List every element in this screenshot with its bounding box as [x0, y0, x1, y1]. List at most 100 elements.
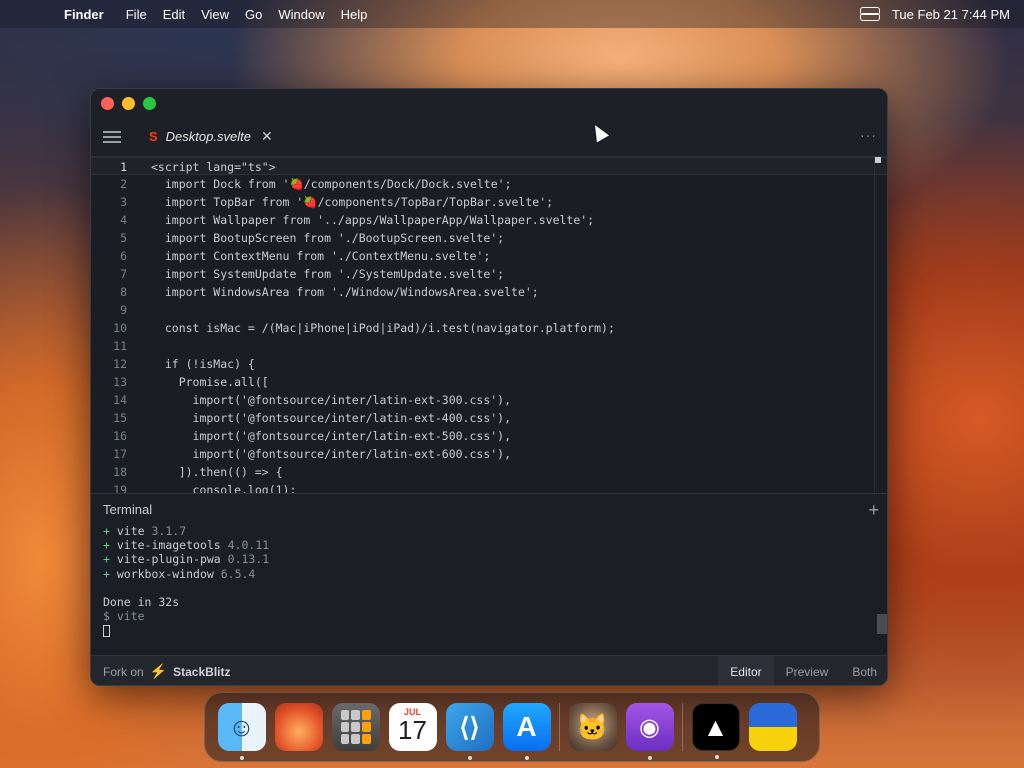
- terminal-panel[interactable]: Terminal + + vite 3.1.7 + vite-imagetools…: [91, 493, 887, 655]
- close-tab-icon[interactable]: ✕: [261, 128, 273, 145]
- code-text: <script lang="ts">: [151, 160, 276, 174]
- editor-window: S Desktop.svelte ✕ ··· 1 <script lang="ts…: [90, 88, 888, 686]
- control-center-icon[interactable]: [859, 7, 880, 21]
- terminal-prompt-line: $ vite: [103, 609, 145, 624]
- fork-on-stackblitz-link[interactable]: Fork on ⚡ StackBlitz: [91, 663, 230, 680]
- dock-separator: [682, 703, 683, 751]
- added-marker: +: [103, 538, 117, 553]
- dock-wallpaper-icon[interactable]: [274, 703, 323, 751]
- menu-help[interactable]: Help: [341, 7, 368, 22]
- line-number: 13: [113, 375, 127, 389]
- dock-app-store-icon[interactable]: A: [502, 703, 551, 760]
- menu-go[interactable]: Go: [245, 7, 262, 22]
- dock-separator: [559, 703, 560, 751]
- dock-calculator-icon[interactable]: [331, 703, 380, 751]
- code-editor[interactable]: 1 <script lang="ts"> 2 import Dock from '🍓…: [91, 157, 887, 493]
- menu-file[interactable]: File: [126, 7, 147, 22]
- code-line[interactable]: 8 import WindowsArea from './Window/Wind…: [91, 283, 887, 301]
- line-number: 3: [120, 195, 127, 209]
- code-line[interactable]: 16 import('@fontsource/inter/latin-ext-5…: [91, 427, 887, 445]
- code-line[interactable]: 10 const isMac = /(Mac|iPhone|iPod|iPad)…: [91, 319, 887, 337]
- dock-finder-icon[interactable]: ☺: [217, 703, 266, 760]
- menu-app-name[interactable]: Finder: [64, 7, 104, 22]
- calculator-keys-icon: [340, 710, 371, 744]
- new-terminal-icon[interactable]: +: [868, 494, 879, 526]
- maximize-window-button[interactable]: [143, 96, 156, 110]
- code-line[interactable]: 11: [91, 337, 887, 355]
- package-version: 3.1.7: [151, 524, 187, 538]
- code-line[interactable]: 3 import TopBar from '🍓/components/TopBa…: [91, 193, 887, 211]
- editor-scroll-track: [874, 157, 875, 493]
- code-line[interactable]: 19 console.log(1);: [91, 481, 887, 493]
- line-number: 17: [113, 447, 127, 461]
- editor-tab-bar: S Desktop.svelte ✕ ···: [91, 117, 887, 157]
- view-tab-preview[interactable]: Preview: [774, 656, 841, 686]
- window-titlebar[interactable]: [91, 89, 887, 117]
- code-text: Promise.all([: [151, 375, 269, 389]
- package-version: 6.5.4: [220, 566, 256, 581]
- dock-calendar-icon[interactable]: JUL 17: [388, 703, 437, 751]
- added-marker: +: [103, 566, 117, 581]
- code-line[interactable]: 13 Promise.all([: [91, 373, 887, 391]
- code-line[interactable]: 2 import Dock from '🍓/components/Dock/Do…: [91, 175, 887, 193]
- code-text: if (!isMac) {: [151, 357, 255, 371]
- terminal-scrollbar[interactable]: [877, 614, 887, 634]
- editor-scrollbar[interactable]: [875, 157, 881, 163]
- more-options-icon[interactable]: ···: [860, 127, 877, 143]
- menu-bar-status: Tue Feb 21 7:44 PM: [859, 7, 1010, 22]
- terminal-package-line: + vite-plugin-pwa 0.13.1: [103, 552, 887, 566]
- code-line[interactable]: 17 import('@fontsource/inter/latin-ext-6…: [91, 445, 887, 463]
- line-number: 4: [120, 213, 127, 227]
- dock-cat-app-icon[interactable]: 🐱: [568, 703, 617, 751]
- dock: ☺ JUL 17 ⟨⟩ A 🐱 ◉ ▲: [204, 692, 820, 762]
- terminal-input-line[interactable]: [103, 623, 887, 637]
- line-number: 16: [113, 429, 127, 443]
- code-line[interactable]: 18 ]).then(() => {: [91, 463, 887, 481]
- code-text: import('@fontsource/inter/latin-ext-300.…: [151, 393, 512, 407]
- code-line[interactable]: 5 import BootupScreen from './BootupScre…: [91, 229, 887, 247]
- tab-desktop-svelte[interactable]: S Desktop.svelte ✕: [145, 117, 277, 157]
- code-line[interactable]: 14 import('@fontsource/inter/latin-ext-3…: [91, 391, 887, 409]
- code-line[interactable]: 12 if (!isMac) {: [91, 355, 887, 373]
- code-line[interactable]: 7 import SystemUpdate from './SystemUpda…: [91, 265, 887, 283]
- line-number: 1: [120, 160, 127, 174]
- package-version: 4.0.11: [227, 538, 270, 553]
- terminal-done-line: Done in 32s: [103, 594, 180, 609]
- svelte-icon: S: [149, 129, 158, 144]
- line-number: 15: [113, 411, 127, 425]
- terminal-header: Terminal +: [91, 494, 887, 526]
- code-line[interactable]: 15 import('@fontsource/inter/latin-ext-4…: [91, 409, 887, 427]
- dock-ukraine-flag-icon[interactable]: [748, 703, 797, 751]
- code-line[interactable]: 6 import ContextMenu from './ContextMenu…: [91, 247, 887, 265]
- close-window-button[interactable]: [101, 96, 114, 110]
- dock-github-icon[interactable]: ◉: [625, 703, 674, 760]
- code-line[interactable]: 4 import Wallpaper from '../apps/Wallpap…: [91, 211, 887, 229]
- code-text: import BootupScreen from './BootupScreen…: [151, 231, 505, 245]
- menu-clock[interactable]: Tue Feb 21 7:44 PM: [892, 7, 1010, 22]
- stackblitz-bolt-icon: ⚡: [149, 663, 168, 679]
- running-indicator: [714, 755, 719, 759]
- menu-view[interactable]: View: [201, 7, 229, 22]
- menu-icon[interactable]: [103, 130, 121, 143]
- line-number: 8: [120, 285, 127, 299]
- minimize-window-button[interactable]: [122, 96, 135, 110]
- code-line[interactable]: 1 <script lang="ts">: [91, 157, 887, 175]
- view-tab-editor[interactable]: Editor: [718, 655, 774, 685]
- code-text: ]).then(() => {: [151, 465, 283, 479]
- menu-edit[interactable]: Edit: [163, 7, 185, 22]
- view-tabs: Editor Preview Both: [718, 655, 887, 686]
- dock-vscode-icon[interactable]: ⟨⟩: [445, 703, 494, 760]
- code-lines: 1 <script lang="ts"> 2 import Dock from '🍓…: [91, 157, 887, 493]
- added-marker: +: [103, 524, 117, 538]
- dock-vercel-icon[interactable]: ▲: [691, 703, 740, 759]
- menu-window[interactable]: Window: [278, 7, 324, 22]
- terminal-package-line: + vite 3.1.7: [103, 524, 887, 538]
- running-indicator: [467, 756, 472, 760]
- code-line[interactable]: 9: [91, 301, 887, 319]
- terminal-package-line: + vite-imagetools 4.0.11: [103, 538, 887, 553]
- terminal-title: Terminal: [103, 502, 153, 517]
- view-tab-both[interactable]: Both: [840, 656, 887, 686]
- fork-label: Fork on: [103, 664, 144, 679]
- stackblitz-brand: StackBlitz: [173, 664, 231, 679]
